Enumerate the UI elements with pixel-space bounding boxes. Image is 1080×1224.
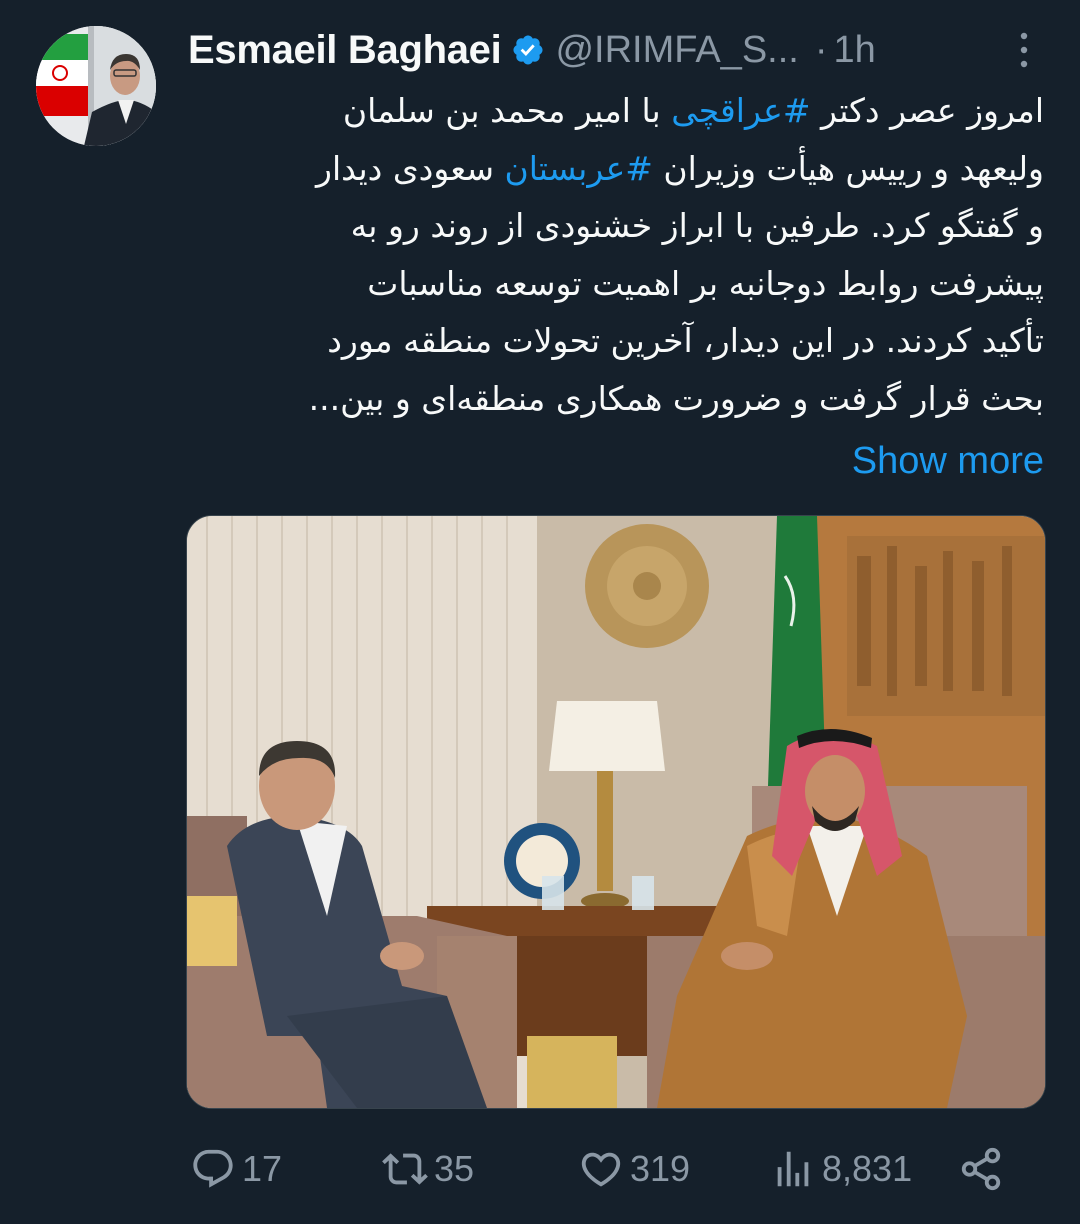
tweet-text-line: امروز عصر دکتر #عراقچی با امیر محمد بن س… xyxy=(186,82,1044,140)
tweet: Esmaeil Baghaei @IRIMFA_S... · 1h امروز … xyxy=(0,0,1080,1224)
show-more-link[interactable]: Show more xyxy=(852,440,1044,483)
tweet-text-line: تأکید کردند. در این دیدار، آخرین تحولات … xyxy=(327,321,1044,360)
tweet-text-line: و گفتگو کرد. طرفین با ابراز خشنودی از رو… xyxy=(350,206,1044,245)
tweet-text: امروز عصر دکتر #عراقچی با امیر محمد بن س… xyxy=(186,82,1044,427)
text-segment: سعودی دیدار xyxy=(316,148,505,188)
reply-count: 17 xyxy=(242,1148,283,1189)
views-count: 8,831 xyxy=(822,1148,913,1189)
text-segment: با امیر محمد بن سلمان xyxy=(342,91,672,130)
like-count: 319 xyxy=(630,1148,691,1189)
text-segment: امروز عصر دکتر xyxy=(810,91,1044,130)
heart-icon xyxy=(581,1152,621,1187)
tweet-text-line: ولیعهد و رییس هیأت وزیران #عربستان سعودی… xyxy=(186,140,1044,198)
like-button[interactable]: 319 xyxy=(578,1140,690,1198)
share-icon xyxy=(961,1147,1001,1191)
avatar[interactable] xyxy=(36,26,156,146)
tweet-photo[interactable] xyxy=(186,515,1046,1109)
display-name[interactable]: Esmaeil Baghaei xyxy=(188,28,502,73)
retweet-icon xyxy=(382,1153,428,1185)
photo-image xyxy=(187,516,1045,1108)
tweet-header: Esmaeil Baghaei @IRIMFA_S... · 1h xyxy=(188,20,1044,80)
more-vertical-icon[interactable] xyxy=(1004,28,1044,72)
hashtag-link[interactable]: #عراقچی xyxy=(671,91,810,130)
action-bar: 17 35 319 8,831 xyxy=(186,1140,1006,1198)
separator-dot: · xyxy=(814,28,828,71)
retweet-count: 35 xyxy=(434,1148,475,1189)
avatar-image xyxy=(36,26,156,146)
share-button[interactable] xyxy=(958,1140,1010,1198)
tweet-text-line: بحث قرار گرفت و ضرورت همکاری منطقه‌ای و … xyxy=(308,378,1044,418)
text-segment: ولیعهد و رییس هیأت وزیران xyxy=(652,148,1044,188)
retweet-button[interactable]: 35 xyxy=(382,1140,474,1198)
handle[interactable]: @IRIMFA_S... xyxy=(555,29,798,72)
views-button[interactable]: 8,831 xyxy=(770,1140,912,1198)
views-chart-icon xyxy=(777,1151,809,1187)
reply-icon xyxy=(193,1149,233,1188)
reply-button[interactable]: 17 xyxy=(190,1140,282,1198)
verified-badge-icon xyxy=(513,35,543,65)
tweet-text-line: پیشرفت روابط دوجانبه بر اهمیت توسعه مناس… xyxy=(367,263,1044,303)
hashtag-link[interactable]: #عربستان xyxy=(504,149,652,188)
timestamp[interactable]: 1h xyxy=(834,29,876,72)
